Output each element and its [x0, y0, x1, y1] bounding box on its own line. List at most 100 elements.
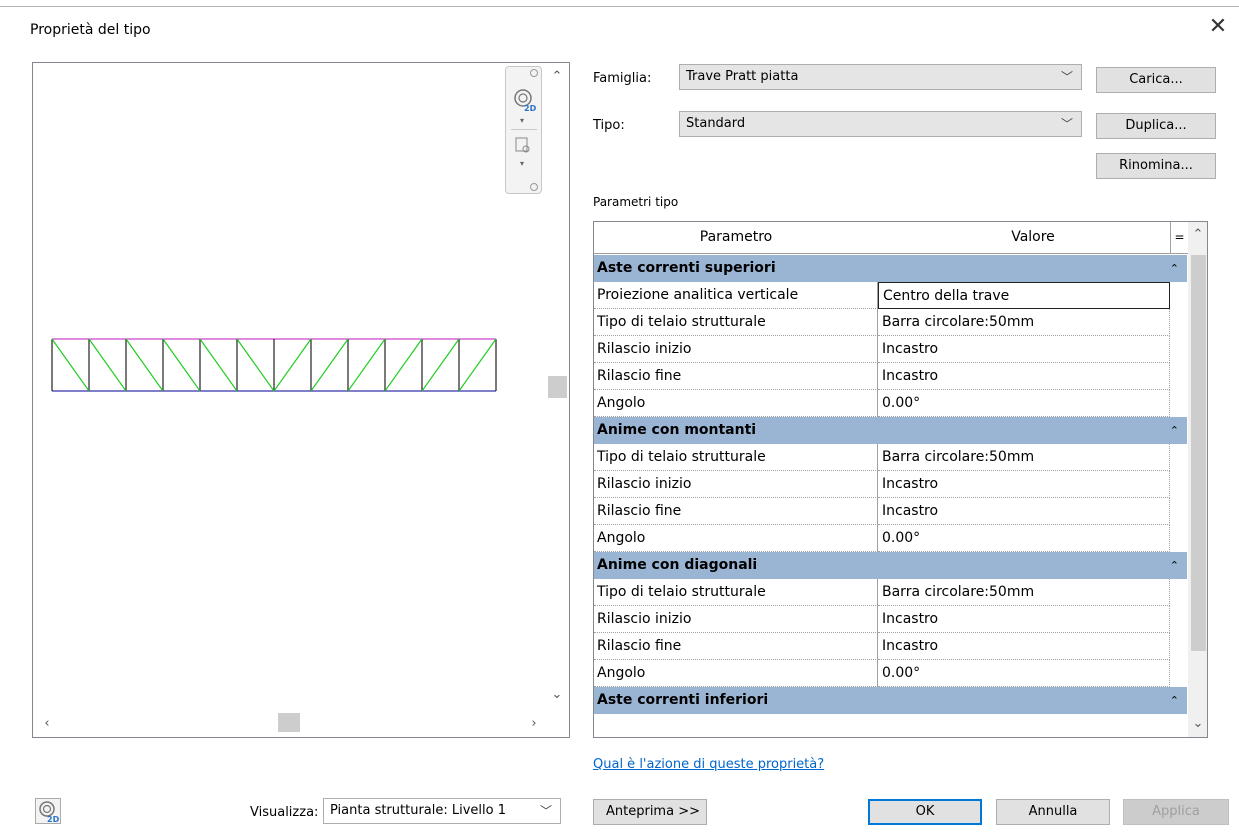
- collapse-icon[interactable]: ⌃: [1170, 687, 1179, 714]
- navbar-options-icon[interactable]: [530, 183, 538, 191]
- navbar-pin-icon[interactable]: [530, 69, 538, 77]
- header-eq[interactable]: =: [1170, 222, 1188, 253]
- rinomina-button[interactable]: Rinomina...: [1096, 153, 1216, 179]
- diagonal-web: [88, 338, 127, 392]
- parameter-name: Rilascio fine: [594, 633, 878, 660]
- visualizza-select[interactable]: Pianta strutturale: Livello 1 ﹀: [323, 798, 561, 824]
- header-valore[interactable]: Valore: [878, 222, 1189, 254]
- parameter-value[interactable]: Barra circolare:50mm: [878, 309, 1170, 336]
- visualizza-label: Visualizza:: [250, 805, 319, 820]
- steering-wheel-2d-icon[interactable]: 2D: [512, 87, 538, 113]
- chevron-down-icon: ﹀: [539, 804, 552, 818]
- table-row[interactable]: Rilascio fine Incastro: [594, 633, 1187, 660]
- table-row[interactable]: Proiezione analitica verticale Centro del…: [594, 282, 1187, 309]
- group-header[interactable]: Anime con montanti ⌃: [594, 417, 1187, 444]
- parameter-value[interactable]: Incastro: [878, 606, 1170, 633]
- navigation-bar: 2D ▾ ▾: [505, 66, 542, 194]
- group-header[interactable]: Aste correnti inferiori ⌃: [594, 687, 1187, 714]
- table-row[interactable]: Rilascio inizio Incastro: [594, 606, 1187, 633]
- table-row[interactable]: Rilascio fine Incastro: [594, 498, 1187, 525]
- table-scroll-up-arrow[interactable]: ⌃: [1189, 226, 1207, 244]
- table-row[interactable]: Angolo 0.00°: [594, 525, 1204, 552]
- parameter-name: Rilascio fine: [594, 498, 878, 525]
- diagonal-web: [458, 338, 497, 392]
- chevron-down-icon: ﹀: [1060, 117, 1073, 131]
- visualizza-value: Pianta strutturale: Livello 1: [330, 803, 507, 818]
- group-header[interactable]: Anime con diagonali ⌃: [594, 552, 1187, 579]
- ok-button[interactable]: OK: [868, 799, 982, 825]
- svg-text:2D: 2D: [47, 815, 60, 823]
- scroll-up-arrow[interactable]: ⌃: [548, 68, 566, 86]
- famiglia-value: Trave Pratt piatta: [686, 69, 799, 84]
- diagonal-web: [199, 338, 238, 392]
- table-row[interactable]: Tipo di telaio strutturale Barra circolar…: [594, 309, 1187, 336]
- table-row[interactable]: Tipo di telaio strutturale Barra circolar…: [594, 444, 1187, 471]
- table-vertical-thumb[interactable]: [1191, 255, 1206, 651]
- carica-button[interactable]: Carica...: [1096, 67, 1216, 93]
- help-link[interactable]: Qual è l'azione di queste proprietà?: [593, 757, 824, 772]
- collapse-icon[interactable]: ⌃: [1170, 417, 1179, 444]
- parameter-value[interactable]: Barra circolare:50mm: [878, 444, 1170, 471]
- steering-wheel-2d-icon: 2D: [39, 801, 60, 824]
- scroll-down-arrow[interactable]: ⌄: [548, 686, 566, 704]
- parameter-value[interactable]: 0.00°: [878, 390, 1170, 417]
- parameter-name: Angolo: [594, 390, 878, 417]
- table-row[interactable]: Rilascio fine Incastro: [594, 363, 1187, 390]
- zoom-region-icon[interactable]: [515, 137, 533, 155]
- diagonal-web: [310, 338, 349, 392]
- group-header[interactable]: Aste correnti superiori ⌃: [594, 255, 1187, 282]
- tipo-select[interactable]: Standard ﹀: [679, 111, 1082, 137]
- diagonal-web: [347, 338, 386, 392]
- preview-pane[interactable]: [32, 62, 570, 738]
- anteprima-button[interactable]: Anteprima >>: [593, 799, 707, 825]
- parameter-value[interactable]: Barra circolare:50mm: [878, 579, 1170, 606]
- table-row[interactable]: Tipo di telaio strutturale Barra circolar…: [594, 579, 1187, 606]
- parameter-value[interactable]: Incastro: [878, 363, 1170, 390]
- parameter-name: Proiezione analitica verticale: [594, 282, 878, 309]
- truss-drawing: [51, 338, 497, 392]
- parameter-name: Angolo: [594, 525, 878, 552]
- table-row[interactable]: Rilascio inizio Incastro: [594, 471, 1187, 498]
- diagonal-web: [273, 338, 312, 392]
- preview-2d-toggle[interactable]: 2D: [35, 798, 61, 824]
- scroll-right-arrow[interactable]: ›: [525, 715, 543, 733]
- table-scroll-down-arrow[interactable]: ⌄: [1189, 715, 1207, 733]
- close-icon[interactable]: ✕: [1205, 14, 1231, 40]
- parameter-value[interactable]: Incastro: [878, 471, 1170, 498]
- collapse-icon[interactable]: ⌃: [1170, 255, 1179, 282]
- diagonal-web: [236, 338, 275, 392]
- famiglia-select[interactable]: Trave Pratt piatta ﹀: [679, 64, 1082, 90]
- parameter-value[interactable]: Centro della trave: [878, 282, 1170, 309]
- table-header: Parametro Valore: [594, 222, 1207, 254]
- collapse-icon[interactable]: ⌃: [1170, 552, 1179, 579]
- diagonal-web: [162, 338, 201, 392]
- header-parametro[interactable]: Parametro: [594, 222, 879, 254]
- diagonal-web: [384, 338, 423, 392]
- annulla-button[interactable]: Annulla: [996, 799, 1110, 825]
- table-row[interactable]: Angolo 0.00°: [594, 660, 1204, 687]
- chevron-down-icon[interactable]: ▾: [520, 116, 524, 125]
- parametri-tipo-label: Parametri tipo: [593, 195, 679, 209]
- parameter-value[interactable]: 0.00°: [878, 525, 1170, 552]
- table-row[interactable]: Angolo 0.00°: [594, 390, 1204, 417]
- preview-vertical-thumb[interactable]: [548, 376, 567, 398]
- applica-button[interactable]: Applica: [1123, 799, 1229, 825]
- chevron-down-icon: ﹀: [1060, 70, 1073, 84]
- parameter-value[interactable]: Incastro: [878, 633, 1170, 660]
- table-row[interactable]: Rilascio inizio Incastro: [594, 336, 1187, 363]
- scroll-left-arrow[interactable]: ‹: [38, 715, 56, 733]
- type-parameters-table[interactable]: Parametro Valore = Aste correnti superio…: [593, 221, 1208, 738]
- parameter-value[interactable]: Incastro: [878, 336, 1170, 363]
- chevron-down-icon[interactable]: ▾: [520, 159, 524, 168]
- table-body: Aste correnti superiori ⌃ Proiezione anali…: [594, 255, 1204, 714]
- svg-text:2D: 2D: [524, 104, 537, 113]
- parameter-value[interactable]: 0.00°: [878, 660, 1170, 687]
- title-separator: [0, 6, 1239, 7]
- parameter-value[interactable]: Incastro: [878, 498, 1170, 525]
- tipo-label: Tipo:: [593, 118, 625, 133]
- group-title: Anime con diagonali: [597, 557, 758, 573]
- duplica-button[interactable]: Duplica...: [1096, 113, 1216, 139]
- preview-horizontal-thumb[interactable]: [278, 713, 300, 732]
- parameter-name: Rilascio inizio: [594, 606, 878, 633]
- parameter-name: Tipo di telaio strutturale: [594, 579, 878, 606]
